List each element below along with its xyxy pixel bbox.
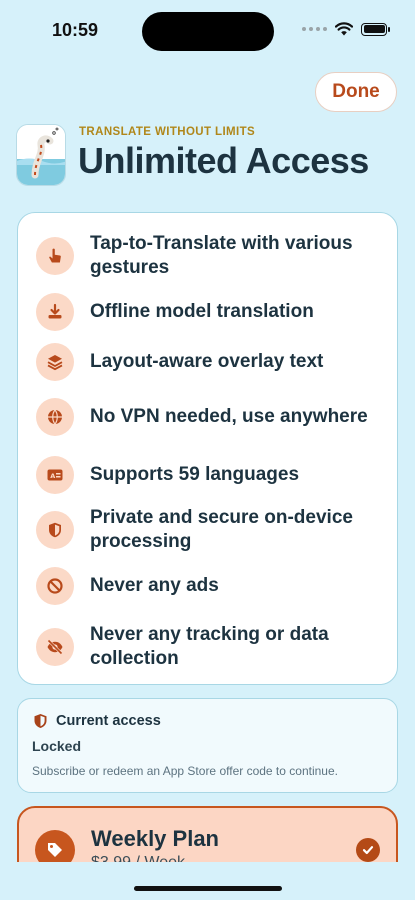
feature-item: Private and secure on-device processing <box>36 506 386 554</box>
feature-label: Offline model translation <box>90 301 314 322</box>
svg-text:A: A <box>50 472 55 480</box>
status-icons <box>302 22 390 36</box>
feature-label: Tap-to-Translate with various gestures <box>90 233 353 278</box>
dynamic-island <box>142 12 274 51</box>
current-access-card: Current access Locked Subscribe or redee… <box>17 698 398 793</box>
plan-name: Weekly Plan <box>91 826 219 851</box>
done-button[interactable]: Done <box>315 72 397 112</box>
no-symbol-icon <box>36 567 74 605</box>
download-icon <box>36 293 74 331</box>
bottom-safe-area <box>0 862 415 900</box>
page-title: Unlimited Access <box>78 140 369 181</box>
feature-item: Layout-aware overlay text <box>36 343 386 381</box>
feature-label: No VPN needed, use anywhere <box>90 406 368 427</box>
eye-slash-icon <box>36 628 74 666</box>
globe-icon <box>36 398 74 436</box>
feature-item: Tap-to-Translate with various gestures <box>36 232 386 280</box>
language-card-icon: A <box>36 456 74 494</box>
feature-item: No VPN needed, use anywhere <box>36 398 386 436</box>
feature-label: Layout-aware overlay text <box>90 351 324 372</box>
feature-item: Offline model translation <box>36 293 386 331</box>
battery-icon <box>361 22 390 36</box>
feature-item: Never any ads <box>36 567 386 605</box>
wifi-icon <box>335 22 353 36</box>
paywall-header: TRANSLATE WITHOUT LIMITS Unlimited Acces… <box>16 122 415 186</box>
tap-hand-icon <box>36 237 74 275</box>
feature-item: A Supports 59 languages <box>36 456 386 494</box>
shield-icon <box>36 511 74 549</box>
checkmark-icon <box>356 838 380 862</box>
layers-icon <box>36 343 74 381</box>
status-time: 10:59 <box>52 20 99 40</box>
access-status: Locked <box>32 738 82 754</box>
app-logo-icon <box>16 124 66 186</box>
shield-icon <box>34 714 47 728</box>
home-indicator[interactable] <box>134 886 282 891</box>
access-note: Subscribe or redeem an App Store offer c… <box>32 764 338 778</box>
header-kicker: TRANSLATE WITHOUT LIMITS <box>79 126 256 138</box>
access-title: Current access <box>56 713 161 729</box>
feature-label: Never any tracking or data collection <box>90 624 329 669</box>
features-card: Tap-to-Translate with various gestures O… <box>17 212 398 685</box>
feature-label: Never any ads <box>90 575 219 596</box>
feature-label: Private and secure on-device processing <box>90 507 353 552</box>
feature-label: Supports 59 languages <box>90 464 300 485</box>
feature-item: Never any tracking or data collection <box>36 623 386 671</box>
status-bar: 10:59 <box>0 0 415 60</box>
signal-icon <box>302 27 327 31</box>
